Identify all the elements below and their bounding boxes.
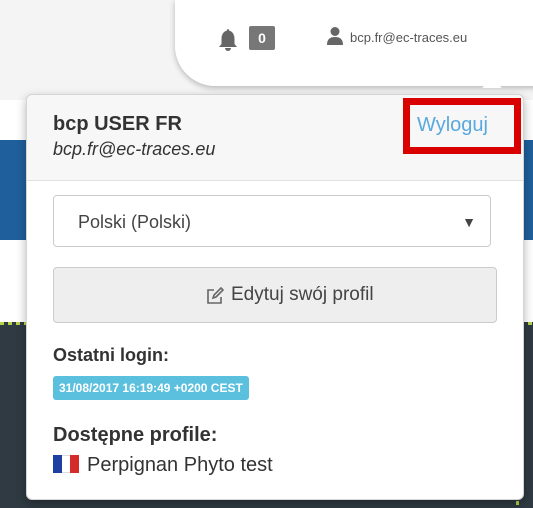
bell-icon[interactable] <box>217 28 239 52</box>
user-dropdown-header: bcp USER FR bcp.fr@ec-traces.eu Wyloguj <box>27 95 523 181</box>
dropdown-caret <box>482 78 502 88</box>
edit-profile-label: Edytuj swój profil <box>231 284 374 305</box>
notifications-count-badge[interactable]: 0 <box>249 26 275 50</box>
last-login-label: Ostatni login: <box>53 345 169 365</box>
logout-link[interactable]: Wyloguj <box>417 114 488 137</box>
edit-icon <box>207 287 224 304</box>
language-select[interactable]: Polski (Polski) ▼ <box>53 195 491 247</box>
user-email: bcp.fr@ec-traces.eu <box>53 139 216 159</box>
navbar-user-email[interactable]: bcp.fr@ec-traces.eu <box>350 30 467 45</box>
user-name: bcp USER FR <box>53 113 182 135</box>
available-profiles-label: Dostępne profile: <box>53 424 218 446</box>
last-login-badge: 31/08/2017 16:19:49 +0200 CEST <box>53 376 249 400</box>
user-icon <box>327 27 343 45</box>
profile-item[interactable]: Perpignan Phyto test <box>87 454 273 477</box>
dropdown-arrow-icon: ▼ <box>462 214 476 230</box>
language-select-value: Polski (Polski) <box>78 212 192 232</box>
france-flag-icon <box>53 455 80 473</box>
edit-profile-button[interactable]: Edytuj swój profil <box>53 267 497 323</box>
user-dropdown-panel: bcp USER FR bcp.fr@ec-traces.eu Wyloguj … <box>26 94 524 500</box>
